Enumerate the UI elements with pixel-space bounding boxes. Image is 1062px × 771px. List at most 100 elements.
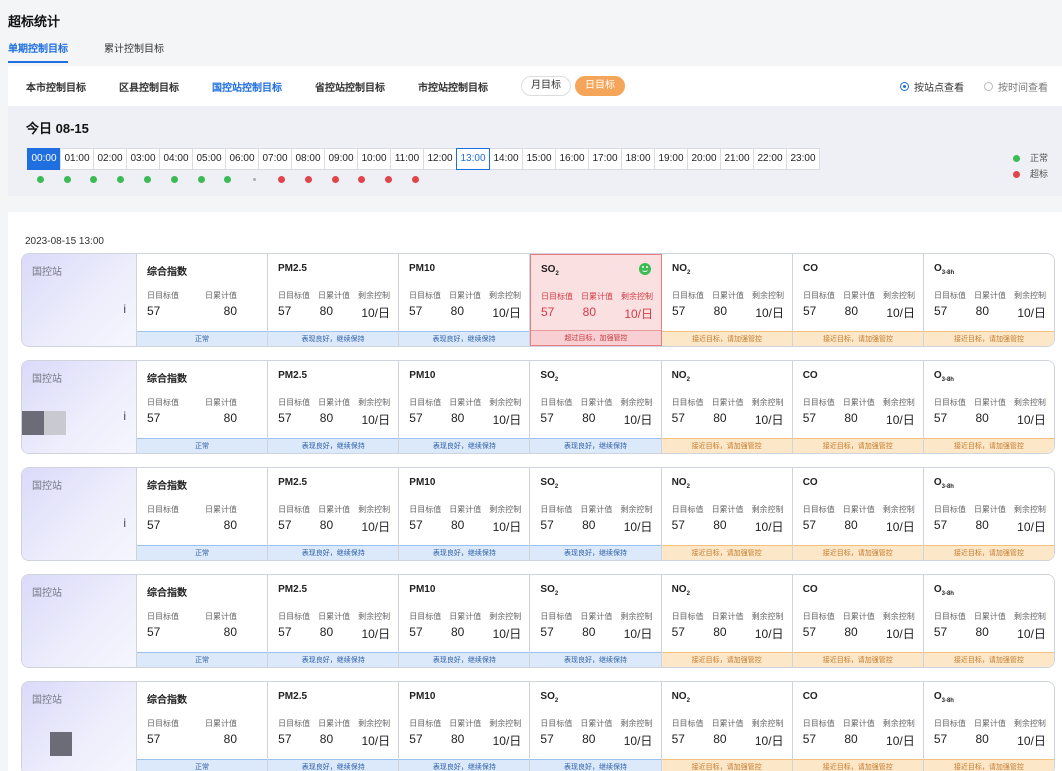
hour-9[interactable]: 09:00 — [324, 148, 358, 170]
month-target-button[interactable]: 月目标 — [521, 76, 571, 96]
hour-12[interactable]: 12:00 — [423, 148, 457, 170]
filter-tab-4[interactable]: 市控站控制目标 — [418, 79, 488, 94]
metric-cell[interactable]: O3-8h 日目标值 日累计值 剩余控制 57 80 10/日 接近目标，请加强管控 — [923, 468, 1054, 560]
metric-cell[interactable]: PM2.5 日目标值 日累计值 剩余控制 57 80 10/日 表现良好，继续保持 — [268, 468, 400, 560]
metric-cell[interactable]: PM10 日目标值 日累计值 剩余控制 57 80 10/日 表现良好，继续保持 — [399, 575, 531, 667]
metric-cell[interactable]: CO 日目标值 日累计值 剩余控制 57 80 10/日 接近目标，请加强管控 — [792, 361, 924, 453]
target-value: 57 — [409, 304, 423, 318]
metric-cell[interactable]: PM10 日目标值 日累计值 剩余控制 57 80 10/日 表现良好，继续保持 — [399, 468, 531, 560]
metric-cell[interactable]: 综合指数 日目标值 日累计值 57 80 正常 — [137, 575, 269, 667]
cumulative-value: 80 — [975, 304, 990, 318]
metric-subscript: 2 — [686, 698, 690, 704]
metric-cell[interactable]: PM10 日目标值 日累计值 剩余控制 57 80 10/日 表现良好，继续保持 — [399, 682, 531, 771]
hour-21[interactable]: 21:00 — [720, 148, 754, 170]
hour-15[interactable]: 15:00 — [522, 148, 556, 170]
filter-tab-1[interactable]: 区县控制目标 — [119, 79, 179, 94]
hour-14[interactable]: 14:00 — [489, 148, 523, 170]
remaining-value: 10/日 — [886, 520, 915, 534]
hour-8[interactable]: 08:00 — [291, 148, 325, 170]
metric-cell[interactable]: PM2.5 日目标值 日累计值 剩余控制 57 80 10/日 表现良好，继续保持 — [268, 254, 399, 346]
hour-2[interactable]: 02:00 — [93, 148, 127, 170]
metric-name: NO — [671, 477, 687, 488]
metric-cell[interactable]: PM2.5 日目标值 日累计值 剩余控制 57 80 10/日 表现良好，继续保持 — [268, 682, 400, 771]
hour-6[interactable]: 06:00 — [225, 148, 259, 170]
metric-cell[interactable]: O3-8h 日目标值 日累计值 剩余控制 57 80 10/日 接近目标，请加强管控 — [923, 575, 1054, 667]
cumulative-value: 80 — [319, 411, 334, 425]
hour-18[interactable]: 18:00 — [621, 148, 655, 170]
metric-cell[interactable]: PM2.5 日目标值 日累计值 剩余控制 57 80 10/日 表现良好，继续保持 — [268, 575, 400, 667]
station-card[interactable]: 国控站 i — [22, 254, 137, 346]
target-value: 57 — [540, 732, 554, 746]
hour-7[interactable]: 07:00 — [258, 148, 292, 170]
station-card[interactable]: 国控站 — [22, 682, 137, 771]
metric-cell[interactable]: SO2 日目标值 日累计值 剩余控制 57 80 10/日 超过目标，加强管控 — [530, 254, 662, 346]
cumulative-label: 日累计值 — [205, 291, 237, 300]
metric-cell[interactable]: 综合指数 日目标值 日累计值 57 80 正常 — [137, 361, 269, 453]
metric-cell[interactable]: SO2 日目标值 日累计值 剩余控制 57 80 10/日 表现良好，继续保持 — [530, 575, 662, 667]
hour-11[interactable]: 11:00 — [390, 148, 424, 170]
view-by-time-radio[interactable]: 按时间查看 — [984, 79, 1048, 94]
metric-title: NO2 — [672, 370, 690, 383]
filter-tab-2[interactable]: 国控站控制目标 — [212, 79, 282, 94]
metric-cell[interactable]: NO2 日目标值 日累计值 剩余控制 57 80 10/日 接近目标，请加强管控 — [661, 468, 793, 560]
metric-cell[interactable]: PM10 日目标值 日累计值 剩余控制 57 80 10/日 表现良好，继续保持 — [399, 254, 530, 346]
metric-labels: 日目标值 日累计值 剩余控制 — [541, 291, 653, 302]
metric-subscript: 2 — [554, 484, 559, 490]
metric-cell[interactable]: NO2 日目标值 日累计值 剩余控制 57 80 10/日 接近目标，请加强管控 — [662, 254, 793, 346]
hour-17[interactable]: 17:00 — [588, 148, 622, 170]
station-card[interactable]: 国控站 — [22, 575, 137, 667]
target-value: 57 — [409, 411, 423, 425]
view-by-station-radio[interactable]: 按站点查看 — [900, 79, 964, 94]
hour-16[interactable]: 16:00 — [555, 148, 589, 170]
cumulative-value: 80 — [844, 304, 859, 318]
hour-13[interactable]: 13:00 — [456, 148, 490, 170]
station-card[interactable]: 国控站 i — [22, 361, 137, 453]
metric-cell[interactable]: CO 日目标值 日累计值 剩余控制 57 80 10/日 接近目标，请加强管控 — [792, 468, 924, 560]
metric-cell[interactable]: O3-8h 日目标值 日累计值 剩余控制 57 80 10/日 接近目标，请加强管控 — [924, 254, 1054, 346]
metric-subscript: 2 — [686, 591, 690, 597]
metric-cell[interactable]: NO2 日目标值 日累计值 剩余控制 57 80 10/日 接近目标，请加强管控 — [661, 575, 793, 667]
top-tab-1[interactable]: 累计控制目标 — [104, 40, 164, 63]
remaining-value: 10/日 — [755, 306, 784, 320]
hour-5[interactable]: 05:00 — [192, 148, 226, 170]
metric-cell[interactable]: CO 日目标值 日累计值 剩余控制 57 80 10/日 接近目标，请加强管控 — [793, 254, 924, 346]
hour-3[interactable]: 03:00 — [126, 148, 160, 170]
station-row: 国控站 综合指数 日目标值 日累计值 57 80 正常 PM2.5 日目标值 日累计值 剩余控制 57… — [21, 681, 1055, 771]
metric-title: SO2 — [540, 477, 558, 490]
metric-cell[interactable]: PM2.5 日目标值 日累计值 剩余控制 57 80 10/日 表现良好，继续保持 — [268, 361, 400, 453]
hour-10[interactable]: 10:00 — [357, 148, 391, 170]
filter-tab-3[interactable]: 省控站控制目标 — [315, 79, 385, 94]
station-card[interactable]: 国控站 i — [22, 468, 137, 560]
remaining-label: 剩余控制 — [751, 612, 784, 621]
hour-20[interactable]: 20:00 — [687, 148, 721, 170]
hour-4[interactable]: 04:00 — [159, 148, 193, 170]
day-target-button[interactable]: 日目标 — [575, 76, 625, 96]
top-tab-0[interactable]: 单期控制目标 — [8, 40, 68, 63]
metric-title: NO2 — [672, 584, 690, 597]
metric-cell[interactable]: NO2 日目标值 日累计值 剩余控制 57 80 10/日 接近目标，请加强管控 — [661, 682, 793, 771]
metric-cell[interactable]: 综合指数 日目标值 日累计值 57 80 正常 — [137, 682, 269, 771]
status-badge: 表现良好，继续保持 — [268, 331, 398, 346]
hour-0[interactable]: 00:00 — [27, 148, 61, 170]
metric-cell[interactable]: SO2 日目标值 日累计值 剩余控制 57 80 10/日 表现良好，继续保持 — [530, 682, 662, 771]
metric-cell[interactable]: NO2 日目标值 日累计值 剩余控制 57 80 10/日 接近目标，请加强管控 — [661, 361, 793, 453]
filter-tab-0[interactable]: 本市控制目标 — [26, 79, 86, 94]
hour-19[interactable]: 19:00 — [654, 148, 688, 170]
metric-labels: 日目标值 日累计值 — [147, 397, 237, 408]
metric-cell[interactable]: SO2 日目标值 日累计值 剩余控制 57 80 10/日 表现良好，继续保持 — [530, 361, 662, 453]
hour-1[interactable]: 01:00 — [60, 148, 94, 170]
status-badge: 超过目标，加强管控 — [531, 330, 661, 345]
cumulative-label: 日累计值 — [449, 505, 482, 514]
hour-22[interactable]: 22:00 — [753, 148, 787, 170]
metric-cell[interactable]: 综合指数 日目标值 日累计值 57 80 正常 — [137, 468, 269, 560]
metric-cell[interactable]: PM10 日目标值 日累计值 剩余控制 57 80 10/日 表现良好，继续保持 — [399, 361, 531, 453]
metric-title: CO — [803, 370, 818, 381]
hour-23[interactable]: 23:00 — [786, 148, 820, 170]
metric-cell[interactable]: CO 日目标值 日累计值 剩余控制 57 80 10/日 接近目标，请加强管控 — [792, 575, 924, 667]
metric-cell[interactable]: SO2 日目标值 日累计值 剩余控制 57 80 10/日 表现良好，继续保持 — [530, 468, 662, 560]
target-label: 日目标值 — [147, 398, 179, 407]
metric-cell[interactable]: 综合指数 日目标值 日累计值 57 80 正常 — [137, 254, 268, 346]
metric-cell[interactable]: O3-8h 日目标值 日累计值 剩余控制 57 80 10/日 接近目标，请加强管控 — [923, 682, 1054, 771]
metric-cell[interactable]: O3-8h 日目标值 日累计值 剩余控制 57 80 10/日 接近目标，请加强管控 — [923, 361, 1054, 453]
metric-cell[interactable]: CO 日目标值 日累计值 剩余控制 57 80 10/日 接近目标，请加强管控 — [792, 682, 924, 771]
